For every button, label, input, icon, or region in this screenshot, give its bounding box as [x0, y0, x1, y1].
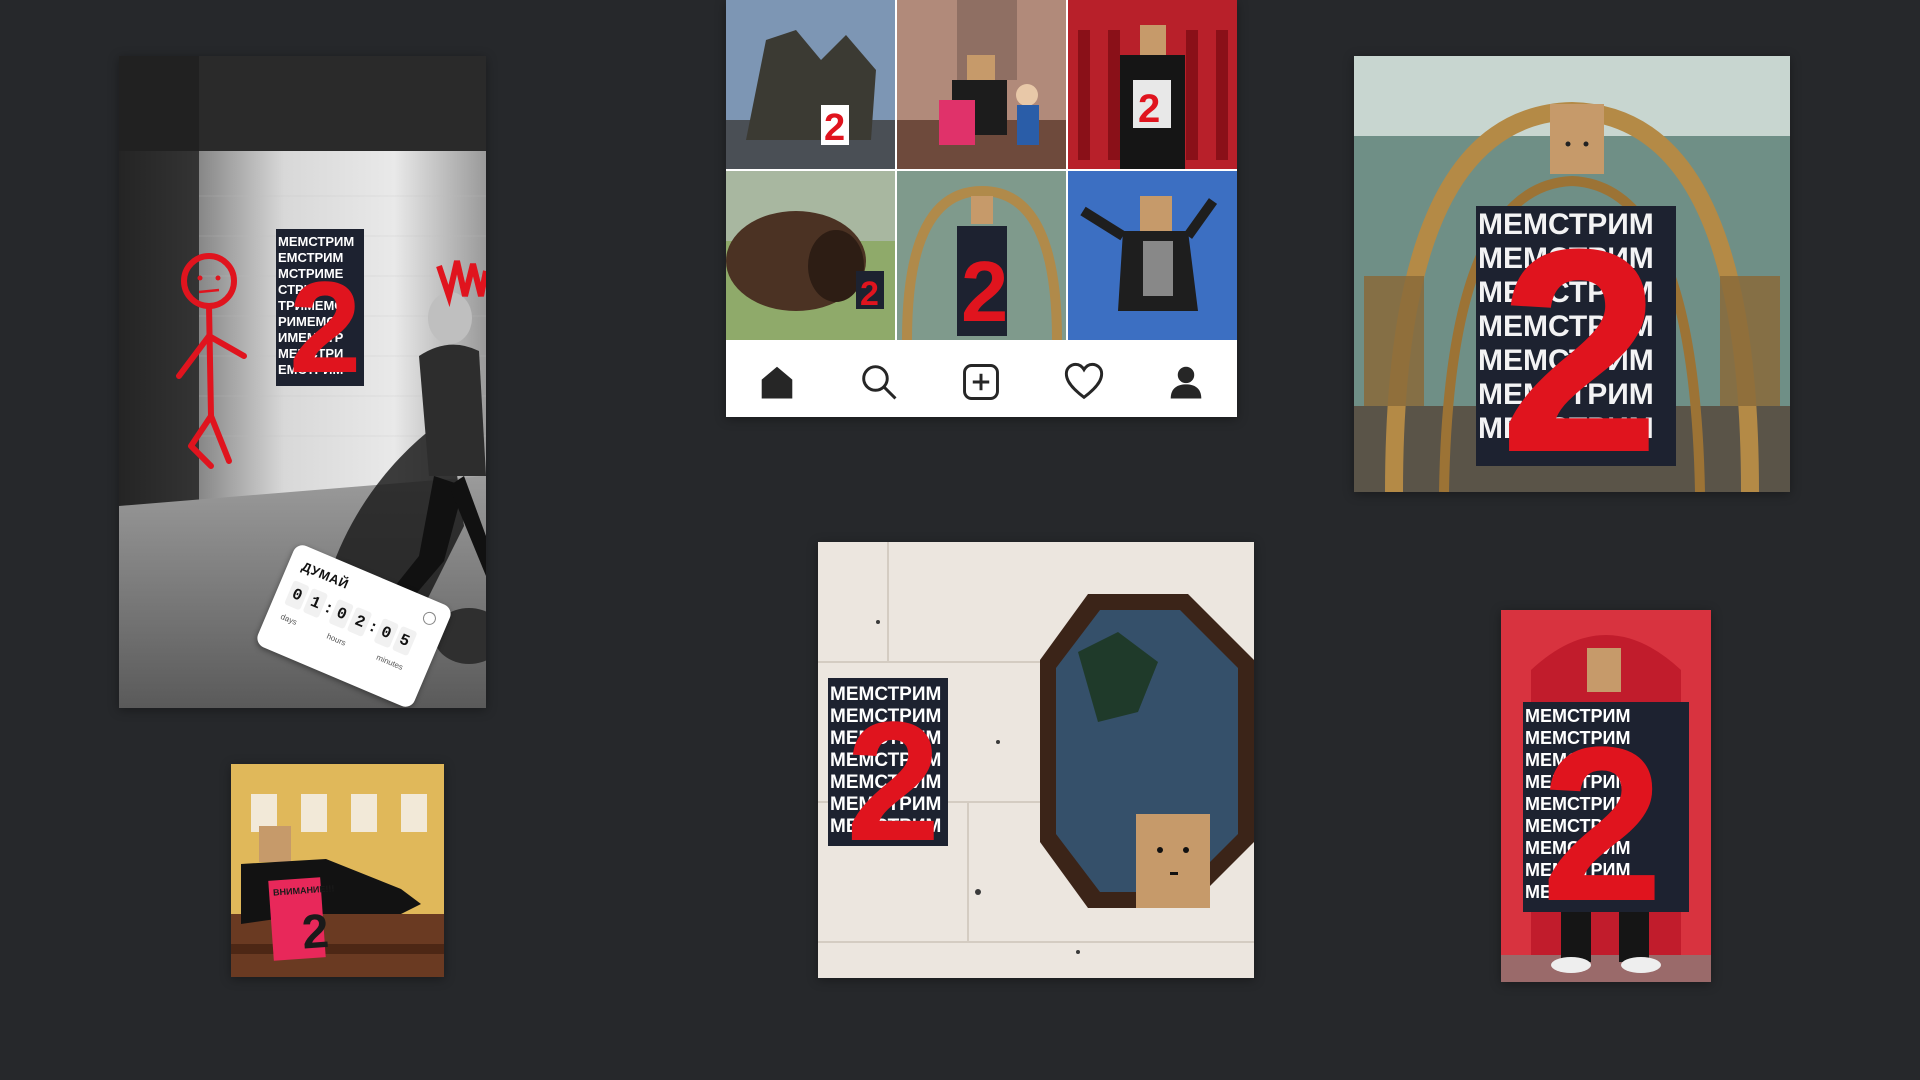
svg-text:МЕМСТРИМ: МЕМСТРИМ [278, 234, 354, 249]
add-post-tab[interactable] [961, 362, 1001, 402]
countdown-digits: 0 1 : 0 2 : 0 5 [284, 579, 418, 657]
mammoth-museum-photo[interactable]: МЕМСТРИМ МЕМСТРИМ МЕМСТРИМ МЕМСТРИМ МЕМС… [1354, 56, 1790, 492]
profile-icon [1170, 366, 1202, 398]
red-wall-photo[interactable]: МЕМСТРИМ МЕМСТРИМ МЕМСТРИМ МЕМСТРИМ МЕМС… [1501, 610, 1711, 982]
svg-text:2: 2 [846, 687, 941, 877]
countdown-label-minutes: minutes [374, 652, 405, 672]
countdown-label-hours: hours [325, 631, 348, 648]
svg-text:2: 2 [1138, 87, 1160, 131]
activity-tab[interactable] [1064, 362, 1104, 402]
bottom-nav-bar [726, 346, 1237, 417]
instagram-profile-mockup: 2 2 2 2 [726, 0, 1237, 417]
profile-tab[interactable] [1166, 362, 1206, 402]
svg-text:2: 2 [289, 254, 361, 400]
svg-text:2: 2 [961, 245, 1008, 340]
home-icon [761, 366, 793, 398]
svg-text:2: 2 [824, 107, 845, 149]
story-photo-card[interactable]: МЕМСТРИМ ЕМСТРИМ МСТРИМЕ СТРИМЕМ ТРИМЕМС РИ… [119, 56, 486, 708]
bench-sign-number: 2 [300, 905, 330, 960]
clock-icon [420, 609, 438, 627]
photo-grid: 2 2 2 2 [726, 0, 1237, 340]
window-wall-photo[interactable]: МЕМСТРИМ МЕМСТРИМ МЕМСТРИМ МЕМСТРИМ МЕМС… [818, 542, 1254, 978]
add-post-icon [963, 363, 1000, 400]
grid-photo-red-building[interactable]: 2 [1068, 0, 1237, 169]
svg-text:2: 2 [860, 275, 879, 313]
search-icon [862, 364, 897, 400]
grid-photo-bison[interactable]: 2 [726, 171, 895, 340]
grid-photo-mammoth[interactable]: 2 [897, 171, 1066, 340]
heart-icon [1064, 362, 1103, 399]
grid-photo-child[interactable] [897, 0, 1066, 169]
svg-text:2: 2 [1541, 701, 1663, 947]
grid-photo-monument[interactable]: 2 [726, 0, 895, 169]
countdown-label-days: days [279, 612, 299, 627]
svg-text:2: 2 [1499, 189, 1660, 492]
grid-photo-jump[interactable] [1068, 171, 1237, 340]
search-tab[interactable] [859, 362, 899, 402]
bench-photo[interactable]: ВНИМАНИЕ!!! 2 [231, 764, 444, 977]
home-tab[interactable] [757, 362, 797, 402]
